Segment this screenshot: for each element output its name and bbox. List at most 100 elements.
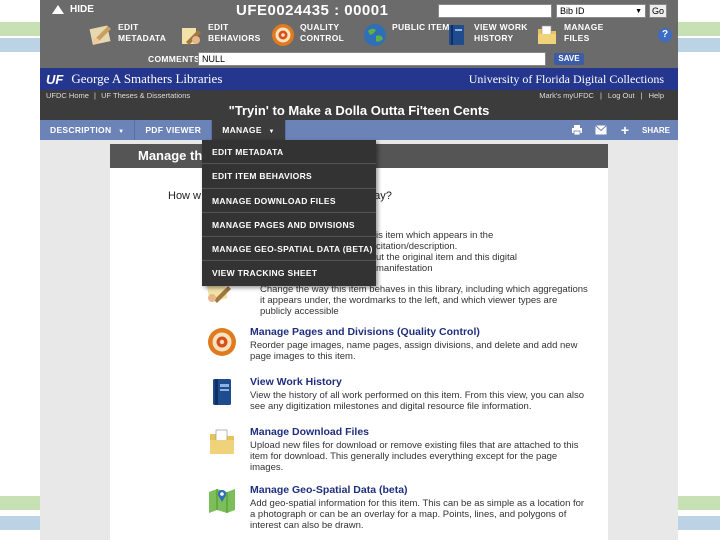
menu-item-manage-pages[interactable]: MANAGE PAGES AND DIVISIONS bbox=[202, 213, 376, 238]
tool-label: VIEW WORK HISTORY bbox=[474, 22, 528, 43]
menu-item-manage-download-files[interactable]: MANAGE DOWNLOAD FILES bbox=[202, 189, 376, 213]
tab-label: MANAGE bbox=[222, 125, 262, 135]
separator: | bbox=[599, 91, 602, 100]
edit-behaviors-button[interactable]: EDIT BEHAVIORS bbox=[178, 22, 270, 48]
background-stripe bbox=[678, 22, 720, 36]
manage-geo-spatial-link[interactable]: Manage Geo-Spatial Data (beta) bbox=[250, 484, 590, 496]
separator: | bbox=[640, 91, 643, 100]
folder-icon bbox=[210, 429, 234, 454]
background-stripe bbox=[0, 22, 40, 36]
list-item-manage-pages: Manage Pages and Divisions (Quality Cont… bbox=[208, 326, 590, 362]
background-stripe bbox=[678, 38, 720, 52]
tool-label: EDIT METADATA bbox=[118, 22, 167, 43]
background-stripe bbox=[0, 516, 40, 530]
breadcrumb-bar: UFDC Home | UF Theses & Dissertations Ma… bbox=[40, 90, 678, 120]
background-stripe bbox=[678, 516, 720, 530]
menu-item-edit-metadata[interactable]: EDIT METADATA bbox=[202, 140, 376, 165]
menu-item-edit-item-behaviors[interactable]: EDIT ITEM BEHAVIORS bbox=[202, 164, 376, 189]
comments-label: COMMENTS: bbox=[148, 54, 204, 64]
tool-label: EDIT BEHAVIORS bbox=[208, 22, 261, 43]
background-stripe bbox=[0, 496, 40, 510]
page-title: Manage thi bbox=[138, 148, 206, 163]
globe-icon bbox=[364, 24, 386, 46]
search-input[interactable] bbox=[438, 4, 552, 18]
background-stripe bbox=[0, 38, 40, 52]
breadcrumb-theses[interactable]: UF Theses & Dissertations bbox=[101, 91, 190, 100]
breadcrumb-home[interactable]: UFDC Home bbox=[46, 91, 89, 100]
edit-metadata-icon bbox=[89, 25, 111, 45]
map-icon bbox=[209, 489, 235, 513]
list-item-download-files: Manage Download Files Upload new files f… bbox=[210, 426, 590, 473]
action-icons: + SHARE bbox=[570, 120, 670, 140]
email-icon[interactable] bbox=[594, 123, 608, 137]
book-icon bbox=[213, 379, 231, 405]
help-icon: ? bbox=[661, 29, 669, 40]
comments-input[interactable]: NULL bbox=[198, 52, 546, 66]
edit-metadata-button[interactable]: EDIT METADATA bbox=[88, 22, 180, 48]
chevron-down-icon: ▼ bbox=[118, 129, 125, 135]
search-type-select[interactable]: Bib ID ▼ bbox=[556, 4, 646, 18]
quality-control-icon bbox=[208, 328, 236, 356]
print-icon[interactable] bbox=[570, 123, 584, 137]
tool-label: QUALITY CONTROL bbox=[300, 22, 345, 43]
logout-link[interactable]: Log Out bbox=[608, 91, 635, 100]
metadata-description-partial: is item which appears in the citation/de… bbox=[376, 230, 576, 274]
tab-pdf-viewer[interactable]: PDF VIEWER bbox=[135, 120, 213, 140]
go-button[interactable]: Go bbox=[649, 4, 667, 18]
view-work-history-link[interactable]: View Work History bbox=[250, 376, 590, 388]
book-icon bbox=[449, 25, 464, 45]
user-links: Mark's myUFDC | Log Out | Help bbox=[539, 91, 664, 100]
behaviors-description: Change the way this item behaves in this… bbox=[260, 284, 588, 317]
entry-description: View the history of all work performed o… bbox=[250, 390, 585, 412]
view-work-history-button[interactable]: VIEW WORK HISTORY bbox=[444, 22, 536, 48]
triangle-up-icon bbox=[52, 5, 64, 14]
item-menubar: DESCRIPTION ▼ PDF VIEWER MANAGE ▼ + SHAR… bbox=[40, 120, 678, 140]
description-line: ut the original item and this digital ma… bbox=[376, 252, 517, 274]
save-button[interactable]: SAVE bbox=[554, 53, 584, 65]
item-title: "Tryin' to Make a Dolla Outta Fi'teen Ce… bbox=[228, 103, 490, 118]
public-item-button[interactable]: PUBLIC ITEM bbox=[362, 22, 454, 48]
manage-files-button[interactable]: MANAGE FILES bbox=[534, 22, 626, 48]
tab-label: PDF VIEWER bbox=[145, 125, 202, 135]
breadcrumb-separator: | bbox=[94, 91, 96, 100]
add-icon[interactable]: + bbox=[618, 122, 632, 138]
ufdc-window: HIDE UFE0024435 : 00001 Bib ID ▼ Go EDIT… bbox=[40, 0, 678, 540]
quality-control-button[interactable]: QUALITY CONTROL bbox=[270, 22, 362, 48]
menu-item-manage-geo-spatial[interactable]: MANAGE GEO-SPATIAL DATA (BETA) bbox=[202, 237, 376, 262]
edit-behaviors-icon bbox=[182, 28, 201, 45]
list-item-geo-spatial: Manage Geo-Spatial Data (beta) Add geo-s… bbox=[209, 484, 590, 531]
chevron-down-icon: ▼ bbox=[635, 7, 642, 15]
my-ufdc-link[interactable]: Mark's myUFDC bbox=[539, 91, 594, 100]
tab-manage[interactable]: MANAGE ▼ bbox=[212, 120, 286, 140]
quality-control-icon bbox=[272, 24, 294, 46]
manage-pages-link[interactable]: Manage Pages and Divisions (Quality Cont… bbox=[250, 326, 590, 338]
tool-label: MANAGE FILES bbox=[564, 22, 604, 43]
entry-description: Upload new files for download or remove … bbox=[250, 440, 579, 473]
library-name[interactable]: George A Smathers Libraries bbox=[71, 71, 222, 87]
collections-title[interactable]: University of Florida Digital Collection… bbox=[469, 72, 664, 87]
chevron-down-icon: ▼ bbox=[268, 129, 275, 135]
breadcrumb: UFDC Home | UF Theses & Dissertations bbox=[46, 91, 190, 100]
share-button[interactable]: SHARE bbox=[642, 126, 670, 135]
description-line: is item which appears in the citation/de… bbox=[376, 230, 494, 252]
library-banner: UF George A Smathers Libraries Universit… bbox=[40, 68, 678, 90]
help-link[interactable]: Help bbox=[649, 91, 664, 100]
hide-label: HIDE bbox=[70, 4, 94, 15]
uf-logo[interactable]: UF bbox=[46, 72, 63, 87]
tab-label: DESCRIPTION bbox=[50, 125, 112, 135]
list-item-work-history: View Work History View the history of al… bbox=[213, 376, 590, 412]
manage-download-files-link[interactable]: Manage Download Files bbox=[250, 426, 590, 438]
menu-item-view-tracking-sheet[interactable]: VIEW TRACKING SHEET bbox=[202, 261, 376, 285]
help-button[interactable]: ? bbox=[658, 28, 672, 42]
entry-description: Add geo-spatial information for this ite… bbox=[250, 498, 585, 531]
tab-description[interactable]: DESCRIPTION ▼ bbox=[40, 120, 136, 140]
item-id: UFE0024435 : 00001 bbox=[236, 2, 389, 19]
entry-description: Reorder page images, name pages, assign … bbox=[250, 340, 578, 362]
admin-toolbar: HIDE UFE0024435 : 00001 Bib ID ▼ Go EDIT… bbox=[40, 0, 678, 68]
folder-icon bbox=[538, 25, 556, 44]
hide-button[interactable]: HIDE bbox=[52, 4, 94, 15]
intro-question-start: How w bbox=[168, 190, 202, 202]
background-stripe bbox=[678, 496, 720, 510]
select-value: Bib ID bbox=[560, 6, 585, 16]
manage-dropdown-menu: EDIT METADATA EDIT ITEM BEHAVIORS MANAGE… bbox=[202, 140, 376, 286]
